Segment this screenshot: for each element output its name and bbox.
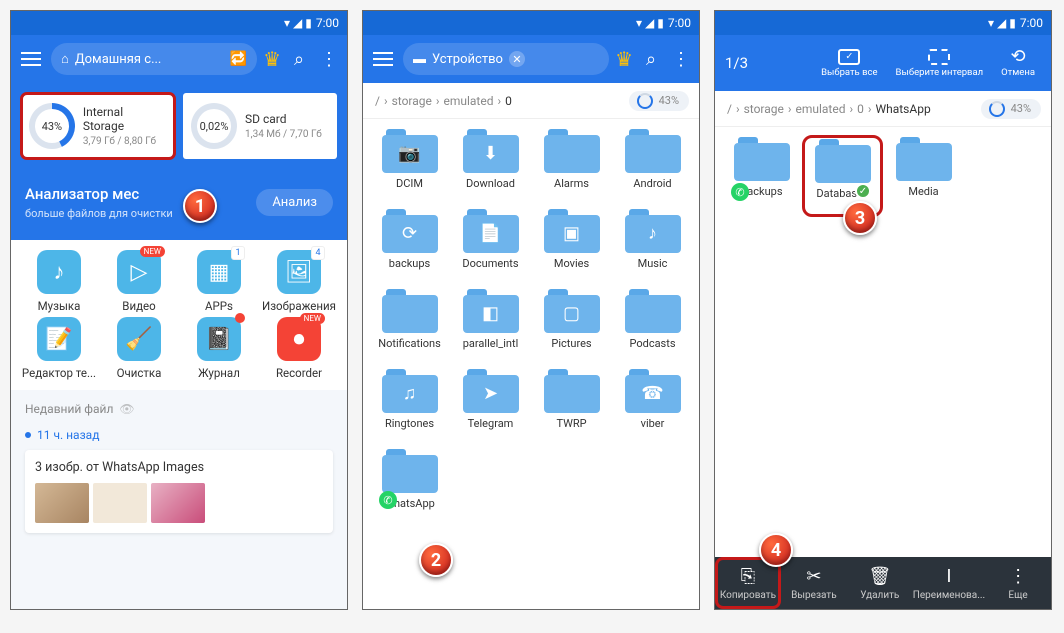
- breadcrumb[interactable]: /› storage› emulated› 0› WhatsApp 43%: [715, 91, 1051, 127]
- search-icon[interactable]: ⌕: [639, 49, 663, 70]
- folder-item[interactable]: ✆WhatsApp: [371, 449, 448, 523]
- folder-item[interactable]: Alarms: [533, 129, 610, 203]
- more-button[interactable]: ⋮Еще: [985, 557, 1051, 609]
- breadcrumb[interactable]: /› storage› emulated› 0 43%: [363, 83, 699, 119]
- cut-button[interactable]: ✂Вырезать: [781, 557, 847, 609]
- folder-item[interactable]: ✆Backups: [723, 137, 800, 215]
- app-tile[interactable]: ▦1APPs: [181, 250, 257, 313]
- menu-icon[interactable]: [369, 45, 397, 73]
- close-icon[interactable]: ✕: [509, 51, 525, 67]
- bottom-action-bar: ⎘Копировать ✂Вырезать 🗑Удалить IПереимен…: [715, 557, 1051, 609]
- storage-analyzer-banner: Анализатор мес больше файлов для очистки…: [11, 169, 347, 240]
- folder-item[interactable]: ▣Movies: [533, 209, 610, 283]
- recent-files-header: Недавний файл👁: [11, 390, 347, 428]
- status-bar: ▾ ◢ ▮7:00: [715, 11, 1051, 35]
- more-icon[interactable]: ⋮: [669, 49, 693, 70]
- location-pill[interactable]: ⌂ Домашняя с... 🔁: [51, 43, 257, 75]
- app-tile[interactable]: 🧹Очистка: [101, 317, 177, 380]
- selection-count: 1/3: [725, 54, 748, 72]
- select-all-button[interactable]: ✓Выбрать все: [815, 47, 883, 80]
- select-range-button[interactable]: Выберите интервал: [890, 47, 990, 80]
- disk-usage-pill[interactable]: 43%: [981, 99, 1041, 119]
- phone-panel-3: ▾ ◢ ▮7:00 1/3 ✓Выбрать все Выберите инте…: [714, 10, 1052, 610]
- folder-item[interactable]: Podcasts: [614, 289, 691, 363]
- folder-item[interactable]: Notifications: [371, 289, 448, 363]
- app-tile[interactable]: 🖼4Изображения: [261, 250, 337, 313]
- sd-card-card[interactable]: 0,02% SD card 1,34 Мб / 7,70 Гб: [183, 93, 337, 159]
- menu-icon[interactable]: [17, 45, 45, 73]
- rename-button[interactable]: IПереименова...: [913, 557, 985, 609]
- status-bar: ▾ ◢ ▮7:00: [363, 11, 699, 35]
- more-icon[interactable]: ⋮: [317, 49, 341, 70]
- panel1-content: 43% Internal Storage 3,79 Гб / 8,80 Гб 0…: [11, 83, 347, 609]
- app-toolbar: ▬ Устройство ✕ ♛ ⌕ ⋮: [363, 35, 699, 83]
- callout-4: 4: [759, 533, 793, 567]
- app-tile[interactable]: 📝Редактор те...: [21, 317, 97, 380]
- app-tile[interactable]: 📓Журнал: [181, 317, 257, 380]
- folder-item[interactable]: Android: [614, 129, 691, 203]
- folder-item[interactable]: ☎viber: [614, 369, 691, 443]
- location-pill[interactable]: ▬ Устройство ✕: [403, 43, 609, 75]
- folder-item[interactable]: ▢Pictures: [533, 289, 610, 363]
- callout-3: 3: [843, 201, 877, 235]
- device-icon: ▬: [413, 51, 426, 67]
- time-ago-label: 11 ч. назад: [11, 428, 347, 450]
- folder-item[interactable]: Media: [885, 137, 962, 215]
- eye-icon: 👁: [119, 402, 134, 416]
- cancel-button[interactable]: ⟲Отмена: [995, 47, 1041, 80]
- folder-item[interactable]: ⟳backups: [371, 209, 448, 283]
- app-tile[interactable]: ⏺NEWRecorder: [261, 317, 337, 380]
- crown-icon[interactable]: ♛: [263, 47, 281, 71]
- recent-file-card[interactable]: 3 изобр. от WhatsApp Images: [25, 450, 333, 533]
- folder-item[interactable]: ⬇Download: [452, 129, 529, 203]
- callout-1: 1: [183, 189, 217, 223]
- analyze-button[interactable]: Анализ: [256, 189, 333, 216]
- phone-panel-1: ▾ ◢ ▮7:00 ⌂ Домашняя с... 🔁 ♛ ⌕ ⋮ 43% In…: [10, 10, 348, 610]
- folder-item[interactable]: ➤Telegram: [452, 369, 529, 443]
- folder-item[interactable]: 📄Documents: [452, 209, 529, 283]
- selection-toolbar: 1/3 ✓Выбрать все Выберите интервал ⟲Отме…: [715, 35, 1051, 91]
- internal-storage-card[interactable]: 43% Internal Storage 3,79 Гб / 8,80 Гб: [21, 93, 175, 159]
- delete-button[interactable]: 🗑Удалить: [847, 557, 913, 609]
- status-bar: ▾ ◢ ▮7:00: [11, 11, 347, 35]
- folder-item[interactable]: ◧parallel_intl: [452, 289, 529, 363]
- callout-2: 2: [419, 543, 453, 577]
- search-icon[interactable]: ⌕: [287, 49, 311, 70]
- app-tile[interactable]: ▷NEWВидео: [101, 250, 177, 313]
- disk-usage-pill[interactable]: 43%: [629, 91, 689, 111]
- home-icon: ⌂: [61, 51, 69, 67]
- app-toolbar: ⌂ Домашняя с... 🔁 ♛ ⌕ ⋮: [11, 35, 347, 83]
- phone-panel-2: ▾ ◢ ▮7:00 ▬ Устройство ✕ ♛ ⌕ ⋮ /› storag…: [362, 10, 700, 610]
- crown-icon[interactable]: ♛: [615, 47, 633, 71]
- folder-item[interactable]: ♪Music: [614, 209, 691, 283]
- folder-item[interactable]: TWRP: [533, 369, 610, 443]
- folder-item[interactable]: ♫Ringtones: [371, 369, 448, 443]
- repeat-icon: 🔁: [230, 51, 247, 67]
- folder-item[interactable]: 📷DCIM: [371, 129, 448, 203]
- app-tile[interactable]: ♪Музыка: [21, 250, 97, 313]
